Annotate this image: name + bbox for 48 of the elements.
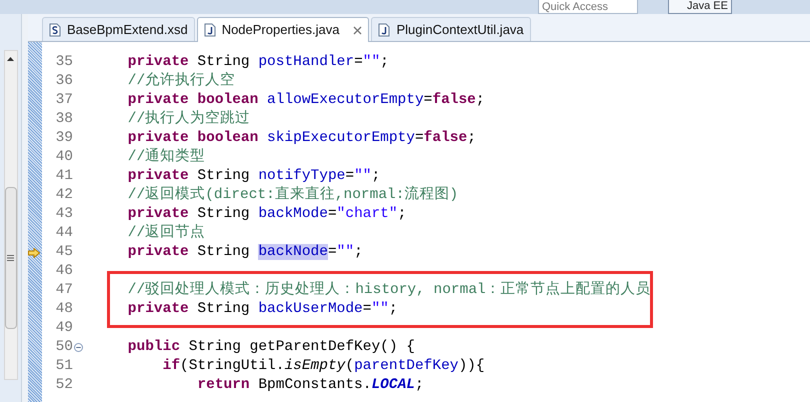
code-line: private String notifyType=""; (126, 166, 380, 186)
code-line: private boolean allowExecutorEmpty=false; (126, 90, 485, 110)
line-number: 38 (54, 110, 74, 129)
line-number: 39 (54, 128, 74, 148)
line-number: 48 (54, 300, 74, 319)
scroll-up-icon[interactable] (7, 57, 14, 61)
scrollbar[interactable] (4, 50, 18, 380)
line-number: 49 (54, 318, 74, 338)
line-number: 40 (54, 148, 74, 167)
editor-tab[interactable]: NodeProperties.java (196, 17, 370, 42)
line-number: 44 (54, 224, 74, 243)
line-number: 35 (54, 52, 74, 72)
line-number: 52 (54, 376, 74, 395)
editor-tab[interactable]: BaseBpmExtend.xsd (42, 17, 195, 41)
code-line: //执行人为空跳过 (126, 109, 250, 129)
line-number: 37 (54, 90, 74, 110)
code-line: private boolean skipExecutorEmpty=false; (126, 128, 476, 148)
code-line: private String postHandler=""; (126, 52, 389, 72)
grip-icon (7, 255, 14, 261)
code-line: private String backMode="chart"; (126, 204, 406, 224)
java-file-icon (204, 23, 216, 37)
line-number: 45 (54, 242, 74, 262)
close-icon[interactable] (353, 26, 362, 34)
line-number: 47 (54, 280, 74, 300)
line-number: 50 (54, 338, 74, 357)
scroll-thumb[interactable] (4, 187, 16, 329)
file-icon (49, 22, 61, 36)
code-line: public String getParentDefKey() { (126, 338, 415, 357)
line-number: 36 (54, 72, 74, 91)
line-number: 41 (54, 166, 74, 186)
quick-access-field[interactable]: Quick Access (538, 0, 638, 14)
collapse-icon[interactable] (74, 343, 83, 352)
code-line: //通知类型 (126, 147, 206, 167)
code-line: if(StringUtil.isEmpty(parentDefKey)){ (162, 356, 485, 376)
code-line: private String backUserMode=""; (126, 300, 398, 319)
line-number: 43 (54, 204, 74, 224)
java-file-icon (378, 22, 390, 36)
editor-tab[interactable]: PluginContextUtil.java (371, 17, 531, 41)
code-line: //返回节点 (126, 223, 206, 243)
code-line: return BpmConstants.LOCAL; (196, 376, 424, 395)
line-number: 42 (54, 186, 74, 205)
code-line: //驳回处理人模式：历史处理人：history, normal：正常节点上配置的人员 (126, 280, 651, 300)
line-number: 51 (54, 356, 74, 376)
line-number: 46 (54, 262, 74, 281)
code-line: //返回模式(direct:直来直往,normal:流程图) (126, 184, 458, 205)
code-line: //允许执行人空 (126, 71, 236, 91)
code-line: private String backNode=""; (126, 242, 363, 262)
perspective-button[interactable]: Java EE (668, 0, 732, 14)
